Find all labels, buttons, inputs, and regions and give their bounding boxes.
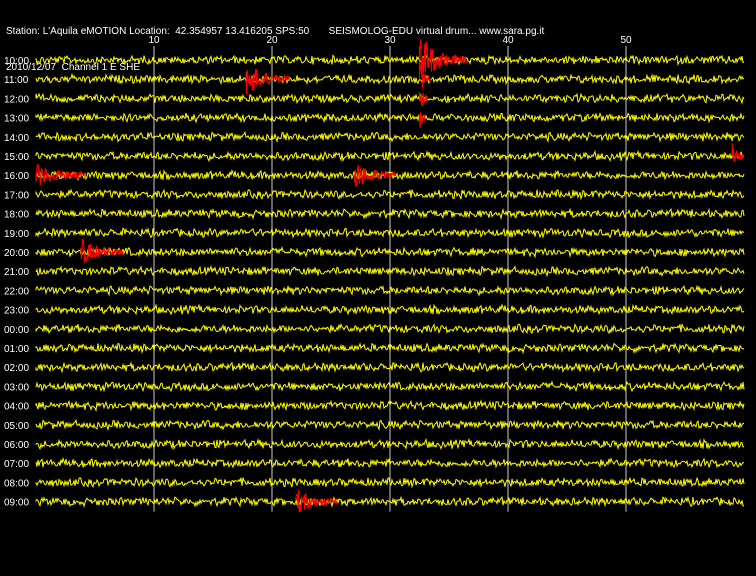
row-label: 08:00 bbox=[4, 478, 29, 489]
row-label: 15:00 bbox=[4, 152, 29, 163]
row-label: 07:00 bbox=[4, 459, 29, 470]
row-label: 00:00 bbox=[4, 325, 29, 336]
row-label: 02:00 bbox=[4, 363, 29, 374]
event-trace-6 bbox=[35, 163, 86, 186]
row-label: 12:00 bbox=[4, 94, 29, 105]
row-label: 03:00 bbox=[4, 382, 29, 393]
row-label: 22:00 bbox=[4, 286, 29, 297]
row-label: 18:00 bbox=[4, 210, 29, 221]
row-label: 17:00 bbox=[4, 190, 29, 201]
x-tick-label: 50 bbox=[620, 35, 632, 46]
row-label: 19:00 bbox=[4, 229, 29, 240]
row-label: 05:00 bbox=[4, 421, 29, 432]
x-tick-label: 30 bbox=[384, 35, 396, 46]
x-tick-label: 20 bbox=[266, 35, 278, 46]
row-label: 20:00 bbox=[4, 248, 29, 259]
event-trace-7 bbox=[354, 164, 396, 187]
row-label: 10:00 bbox=[4, 56, 29, 67]
seismogram-drum: 10 20 30 40 50 10:00 11:00 12:00 13:00 14:00 15:0… bbox=[0, 30, 756, 520]
row-label: 23:00 bbox=[4, 306, 29, 317]
event-trace-5 bbox=[731, 143, 745, 163]
row-label: 14:00 bbox=[4, 133, 29, 144]
x-tick-label: 10 bbox=[148, 35, 160, 46]
row-label: 13:00 bbox=[4, 114, 29, 125]
row-label: 01:00 bbox=[4, 344, 29, 355]
x-tick-labels: 10 20 30 40 50 bbox=[148, 35, 632, 46]
row-label: 06:00 bbox=[4, 440, 29, 451]
row-label: 04:00 bbox=[4, 402, 29, 413]
row-label: 16:00 bbox=[4, 171, 29, 182]
row-labels: 10:00 11:00 12:00 13:00 14:00 15:00 16:00 17:00… bbox=[4, 56, 29, 509]
seismogram-plot: 10 20 30 40 50 10:00 11:00 12:00 13:00 14:00 15:0… bbox=[4, 35, 745, 513]
x-tick-label: 40 bbox=[502, 35, 514, 46]
row-label: 11:00 bbox=[4, 75, 29, 86]
row-label: 21:00 bbox=[4, 267, 29, 278]
row-label: 09:00 bbox=[4, 498, 29, 509]
